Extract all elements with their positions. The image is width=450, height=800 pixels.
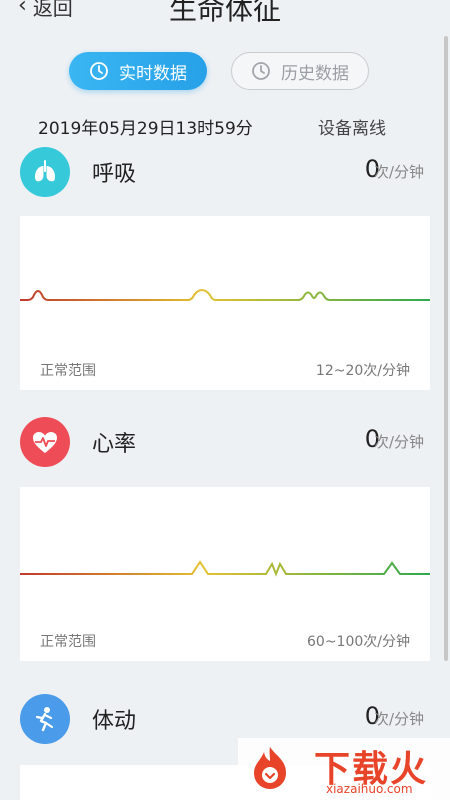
tab-history-label: 历史数据	[281, 63, 349, 84]
metric-unit: 次/分钟	[373, 163, 424, 181]
header: ‹ 返回 生命体征	[0, 0, 450, 28]
running-person-icon	[20, 694, 70, 744]
flame-logo-icon	[254, 747, 286, 789]
normal-range-value: 12~20次/分钟	[315, 363, 410, 379]
metric-unit: 次/分钟	[373, 710, 424, 728]
normal-range-label: 正常范围	[40, 363, 96, 379]
watermark-domain: xiazaihuo.com	[326, 782, 413, 796]
lungs-icon	[20, 147, 70, 197]
normal-range-label: 正常范围	[40, 634, 96, 650]
tab-realtime[interactable]: 实时数据	[69, 52, 207, 90]
metric-name: 心率	[92, 432, 137, 457]
heartbeat-icon	[20, 417, 70, 467]
metric-unit: 次/分钟	[373, 433, 424, 451]
tab-bar: 实时数据 历史数据	[0, 52, 450, 90]
scrollbar[interactable]	[444, 36, 448, 661]
device-status: 设备离线	[318, 119, 386, 139]
tab-realtime-label: 实时数据	[119, 63, 187, 84]
metric-name: 呼吸	[92, 162, 137, 187]
clock-icon	[252, 62, 270, 80]
normal-range-value: 60~100次/分钟	[307, 634, 410, 650]
heart-rate-waveform-card: 正常范围 60~100次/分钟	[20, 487, 430, 661]
respiration-waveform-card: 正常范围 12~20次/分钟	[20, 216, 430, 390]
record-datetime: 2019年05月29日13时59分	[38, 119, 253, 139]
metric-name: 体动	[92, 709, 137, 734]
metric-heart-rate: 心率 0 次/分钟	[0, 417, 450, 467]
page-title: 生命体征	[168, 0, 281, 26]
tab-history[interactable]: 历史数据	[231, 52, 369, 90]
metric-body-movement: 体动 0 次/分钟	[0, 694, 450, 744]
clock-icon	[90, 62, 108, 80]
metric-respiration: 呼吸 0 次/分钟	[0, 147, 450, 197]
watermark-logo: 下载火 xiazaihuo.com	[238, 738, 450, 800]
